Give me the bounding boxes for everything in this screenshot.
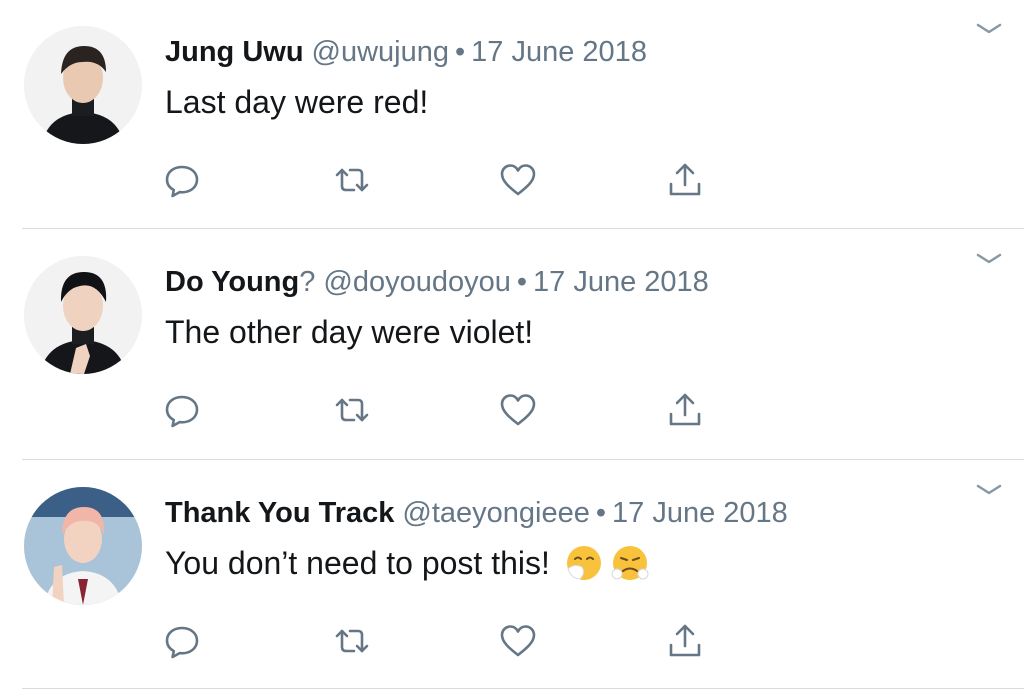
separator: • — [455, 36, 466, 68]
tweet-header: Do Young? @doyoudoyou • 17 June 2018 — [165, 264, 709, 300]
tweet-header: Thank You Track @taeyongieee • 17 June 2018 — [165, 495, 788, 531]
divider — [22, 459, 1024, 460]
share-icon — [669, 163, 701, 196]
reply-icon — [165, 165, 199, 198]
tweet-text-content: The other day were violet! — [165, 314, 534, 350]
name-suffix: ? — [299, 266, 316, 298]
tweet[interactable]: Do Young? @doyoudoyou • 17 June 2018 The ot… — [0, 230, 1024, 460]
handle[interactable]: @uwujung — [312, 36, 449, 68]
divider — [22, 688, 1024, 689]
timestamp[interactable]: 17 June 2018 — [533, 266, 709, 298]
sneezing-face-emoji — [566, 546, 601, 580]
handle[interactable]: @doyoudoyou — [323, 266, 510, 298]
share-icon — [669, 624, 701, 657]
retweet-button[interactable] — [330, 621, 374, 661]
like-icon — [500, 625, 536, 657]
like-button[interactable] — [496, 390, 540, 430]
chevron-down-icon[interactable] — [974, 20, 1004, 38]
timestamp[interactable]: 17 June 2018 — [612, 497, 788, 529]
display-name[interactable]: Do Young — [165, 266, 299, 298]
retweet-icon — [335, 398, 369, 422]
like-icon — [500, 164, 536, 196]
avatar[interactable] — [24, 26, 142, 144]
tweet-text-content: Last day were red! — [165, 84, 429, 120]
reply-icon — [165, 626, 199, 659]
separator: • — [595, 497, 607, 529]
like-button[interactable] — [496, 160, 540, 200]
like-icon — [500, 394, 536, 426]
tweet-feed: Jung Uwu @uwujung • 17 June 2018 Last day w… — [0, 0, 1024, 691]
share-button[interactable] — [663, 621, 707, 661]
tweet-text: The other day were violet! — [165, 312, 533, 352]
tweet[interactable]: Jung Uwu @uwujung • 17 June 2018 Last day w… — [0, 0, 1024, 230]
reply-icon — [165, 395, 199, 428]
tweet[interactable]: Thank You Track @taeyongieee • 17 June 2018… — [0, 461, 1024, 691]
share-button[interactable] — [663, 390, 707, 430]
face-with-steam-emoji — [611, 546, 649, 580]
tweet-text: You don’t need to post this! — [165, 543, 650, 583]
avatar[interactable] — [24, 487, 142, 605]
retweet-icon — [335, 629, 369, 653]
tweet-header: Jung Uwu @uwujung • 17 June 2018 — [165, 34, 647, 70]
retweet-icon — [335, 168, 369, 192]
avatar[interactable] — [24, 256, 142, 374]
display-name[interactable]: Thank You Track — [165, 497, 394, 529]
chevron-down-icon[interactable] — [974, 250, 1004, 268]
retweet-button[interactable] — [330, 390, 374, 430]
reply-button[interactable] — [160, 390, 204, 430]
chevron-down-icon[interactable] — [974, 481, 1004, 499]
like-button[interactable] — [496, 621, 540, 661]
reply-button[interactable] — [160, 160, 204, 200]
share-icon — [669, 393, 701, 426]
retweet-button[interactable] — [330, 160, 374, 200]
timestamp[interactable]: 17 June 2018 — [471, 36, 647, 68]
reply-button[interactable] — [160, 621, 204, 661]
divider — [22, 228, 1024, 229]
share-button[interactable] — [663, 160, 707, 200]
tweet-text-content: You don’t need to post this! — [165, 545, 550, 581]
handle[interactable]: @taeyongieee — [402, 497, 589, 529]
display-name[interactable]: Jung Uwu — [165, 36, 304, 68]
tweet-text: Last day were red! — [165, 82, 428, 122]
separator: • — [516, 266, 528, 298]
